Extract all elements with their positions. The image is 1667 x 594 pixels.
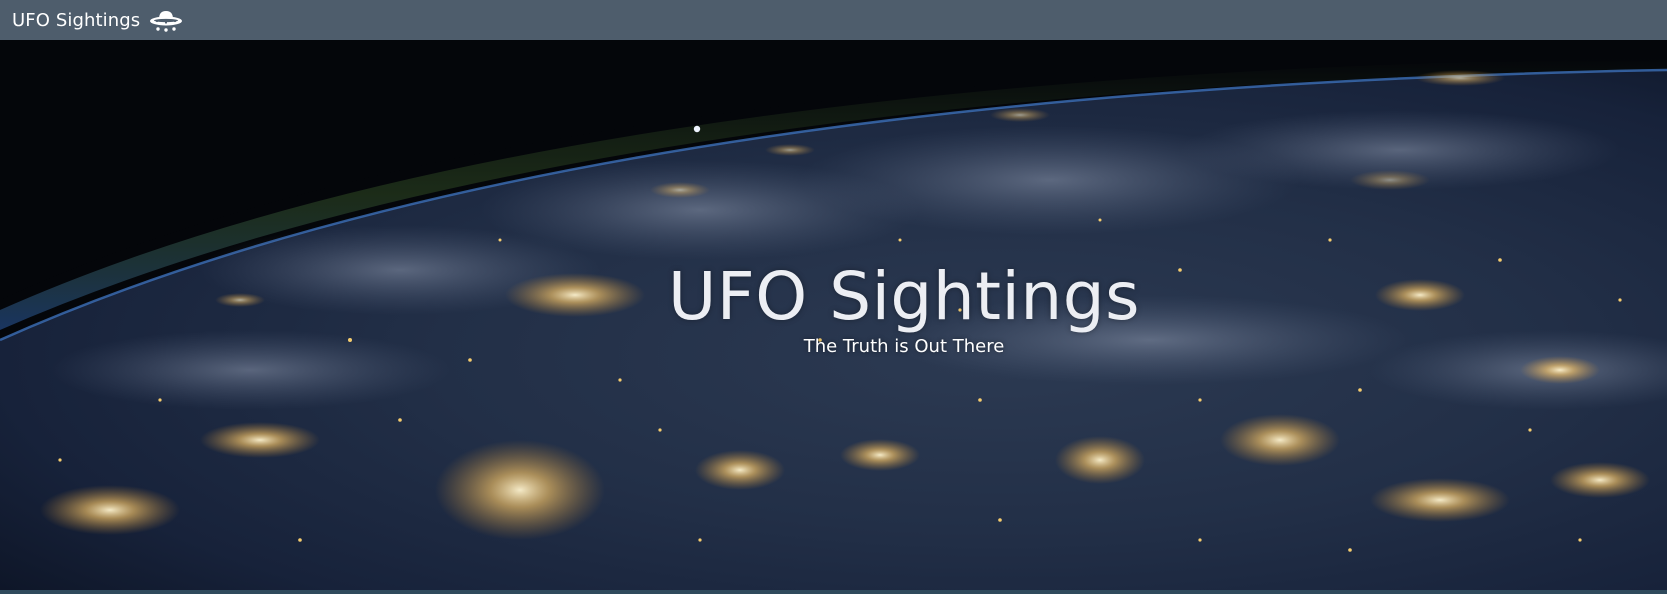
hero-subtitle: The Truth is Out There [803,336,1005,357]
hero-title: UFO Sightings [668,258,1140,335]
hero-content: UFO Sightings The Truth is Out There [0,40,1667,590]
navbar-brand-text: UFO Sightings [12,9,141,31]
page-bottom-strip [0,590,1667,594]
ufo-icon [150,11,183,32]
navbar-brand-link[interactable]: UFO Sightings [12,8,184,32]
navbar: UFO Sightings [0,0,1667,40]
hero-jumbotron: UFO Sightings The Truth is Out There [0,40,1667,590]
